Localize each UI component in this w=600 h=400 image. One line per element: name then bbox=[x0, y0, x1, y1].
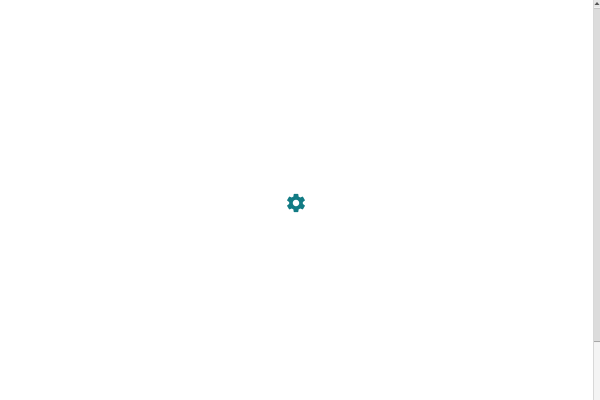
gear-icon bbox=[285, 192, 307, 214]
triangle-up-icon bbox=[594, 2, 600, 5]
vertical-scrollbar[interactable] bbox=[593, 0, 600, 400]
browser-viewport bbox=[0, 0, 600, 400]
scrollbar-thumb[interactable] bbox=[594, 8, 600, 342]
scroll-up-button[interactable] bbox=[594, 0, 600, 7]
scrollbar-track[interactable] bbox=[594, 343, 600, 400]
page-content bbox=[0, 0, 593, 400]
